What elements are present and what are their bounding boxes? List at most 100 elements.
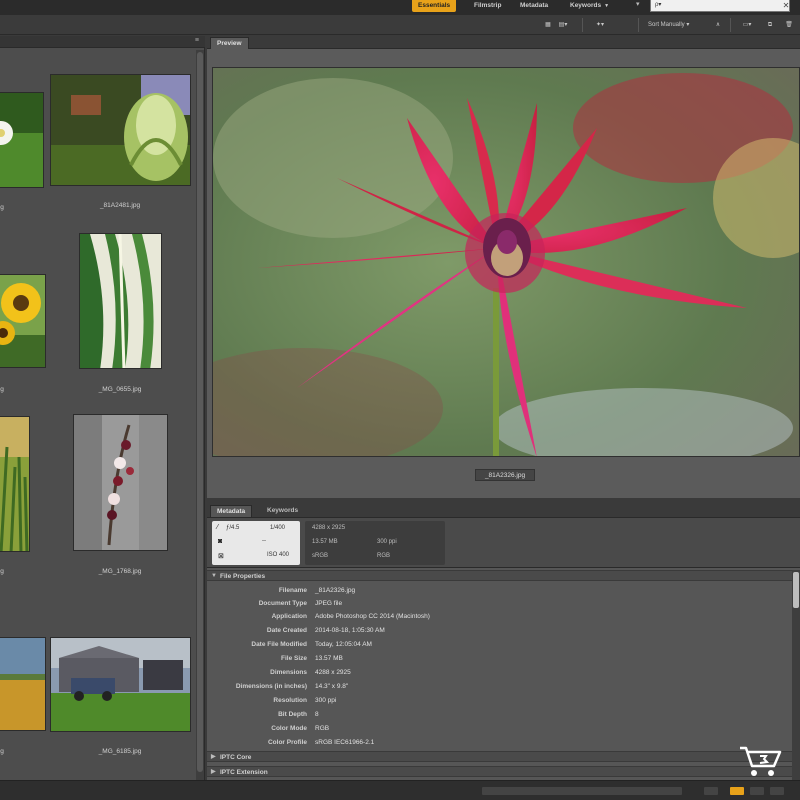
farm-truck-photo (51, 638, 190, 731)
view-list-icon[interactable] (770, 787, 784, 795)
tab-preview[interactable]: Preview (210, 37, 249, 49)
thumbnail-image[interactable] (0, 416, 30, 552)
property-label: File Size (280, 655, 307, 662)
metadata-panel: Metadata Keywords ⁄ ƒ/4.5 1/400 ◙ -- ⊠ I… (207, 500, 800, 780)
leaf-photo (80, 234, 161, 368)
scrollbar-thumb[interactable] (197, 52, 203, 772)
thumbnail-size-slider[interactable] (482, 787, 682, 795)
property-label: Date File Modified (251, 641, 307, 648)
thumbnail-image[interactable] (50, 74, 191, 186)
property-row: Application Adobe Photoshop CC 2014 (Mac… (207, 610, 794, 623)
delete-icon[interactable]: 🗑 (782, 19, 796, 31)
property-value: RGB (315, 725, 330, 732)
property-row: Bit Depth 8 (207, 708, 794, 721)
workspace-bar: Essentials Filmstrip Metadata Keywords ▼ … (0, 0, 800, 15)
aperture-icon: ⁄ (217, 524, 219, 531)
new-folder-icon[interactable]: ⧉ (762, 19, 778, 31)
section-title: IPTC Extension (220, 769, 268, 776)
exposure-value: -- (262, 538, 266, 544)
camera-mode-icon: ◙ (218, 538, 223, 545)
property-row: Color Profile sRGB IEC61966-2.1 (207, 736, 794, 749)
thumbnail-image[interactable] (79, 233, 162, 369)
property-label: Color Profile (267, 739, 307, 746)
property-label: Application (271, 613, 307, 620)
property-row: Dimensions (in inches) 14.3" x 9.8" (207, 680, 794, 693)
aperture-value: ƒ/4.5 (226, 525, 240, 531)
thumbnail-image[interactable] (50, 637, 191, 732)
section-title: IPTC Core (220, 754, 252, 761)
star-filter-icon[interactable]: ✦▾ (592, 19, 608, 31)
thumbnail-image[interactable] (73, 414, 168, 551)
sort-dropdown[interactable]: Sort Manually ▾ (648, 19, 708, 31)
property-label: Dimensions (in inches) (235, 683, 307, 690)
list-view-icon[interactable]: ▤▾ (556, 19, 570, 31)
panel-menu-icon[interactable]: ≡ (195, 37, 199, 44)
thumbnail-caption: _MG_6185.jpg (98, 748, 142, 755)
section-iptc-extension[interactable]: ▶ IPTC Extension (207, 766, 794, 777)
thumbnail-image[interactable] (0, 274, 46, 368)
property-value: Adobe Photoshop CC 2014 (Macintosh) (315, 613, 430, 620)
close-icon[interactable]: ✕ (780, 0, 792, 12)
thumbnail-caption: g (0, 386, 4, 393)
property-label: Document Type (258, 600, 307, 607)
section-file-properties[interactable]: ▼ File Properties (207, 570, 794, 581)
sort-ascending-icon[interactable]: ∧ (712, 19, 724, 31)
property-value: _81A2326.jpg (315, 587, 356, 594)
preview-image (212, 67, 800, 457)
grid-view-icon[interactable]: ▦ (542, 19, 554, 31)
property-label: Dimensions (270, 669, 307, 676)
berries-photo (74, 415, 167, 550)
divider (730, 18, 731, 32)
more-workspaces-icon[interactable]: ▾ (636, 0, 640, 8)
property-value: Today, 12:05:04 AM (315, 641, 372, 648)
section-title: File Properties (220, 573, 266, 580)
thumbnail-caption: _MG_1768.jpg (98, 568, 142, 575)
preview-tabbar: Preview (207, 36, 800, 49)
metadata-scrollbar[interactable] (792, 570, 800, 780)
section-iptc-core[interactable]: ▶ IPTC Core (207, 751, 794, 762)
file-size-value: 13.57 MB (312, 539, 338, 545)
workspace-tab-metadata[interactable]: Metadata (514, 0, 554, 12)
workspace-tab-filmstrip[interactable]: Filmstrip (468, 0, 507, 12)
resolution-value: 300 ppi (377, 539, 397, 545)
divider (638, 18, 639, 32)
color-mode-value: RGB (377, 553, 391, 559)
dahlia-photo (213, 68, 799, 456)
view-details-icon[interactable] (750, 787, 764, 795)
thumbnail-caption: g (0, 568, 4, 575)
tab-keywords[interactable]: Keywords (261, 505, 304, 517)
property-value: 8 (315, 711, 319, 718)
property-value: 13.57 MB (315, 655, 343, 662)
status-bar (0, 780, 800, 800)
thumbnail-image[interactable] (0, 92, 44, 188)
scrollbar-thumb[interactable] (793, 572, 799, 608)
property-value: 2014-08-18, 1:05:30 AM (315, 627, 385, 634)
lock-icon[interactable] (704, 787, 718, 795)
content-scrollbar[interactable] (196, 50, 204, 800)
property-row: Date Created 2014-08-18, 1:05:30 AM (207, 624, 794, 637)
property-row: Dimensions 4288 x 2925 (207, 666, 794, 679)
property-row: Filename _81A2326.jpg (207, 584, 794, 597)
workspace-tab-essentials[interactable]: Essentials (412, 0, 457, 12)
metadata-tabbar: Metadata Keywords (207, 500, 800, 518)
view-grid-icon[interactable] (730, 787, 744, 795)
content-panel: ≡ g _81A2481.jpg g _MG_0655.jpg g _MG_17… (0, 36, 205, 800)
property-label: Color Mode (271, 725, 307, 732)
search-input[interactable]: ρ▾ (650, 0, 790, 12)
thumbnail-image[interactable] (0, 637, 46, 731)
open-recent-icon[interactable]: ▭▾ (738, 19, 756, 31)
workspace-tab-keywords-label: Keywords (570, 2, 602, 9)
property-row: Document Type JPEG file (207, 597, 794, 610)
color-profile-value: sRGB (312, 553, 329, 559)
workspace-tab-keywords[interactable]: Keywords ▼ (564, 0, 615, 12)
property-row: Date File Modified Today, 12:05:04 AM (207, 638, 794, 651)
camera-data-box: ⁄ ƒ/4.5 1/400 ◙ -- ⊠ ISO 400 (212, 521, 300, 565)
tab-metadata[interactable]: Metadata (210, 505, 253, 517)
flower-photo (0, 93, 43, 187)
collapse-triangle-icon: ▶ (211, 754, 216, 760)
content-panel-header: ≡ (0, 36, 205, 48)
thumbnail-caption: g (0, 748, 4, 755)
thumbnail-caption: g (0, 204, 4, 211)
shopping-cart-icon (740, 746, 782, 776)
property-label: Filename (278, 587, 307, 594)
